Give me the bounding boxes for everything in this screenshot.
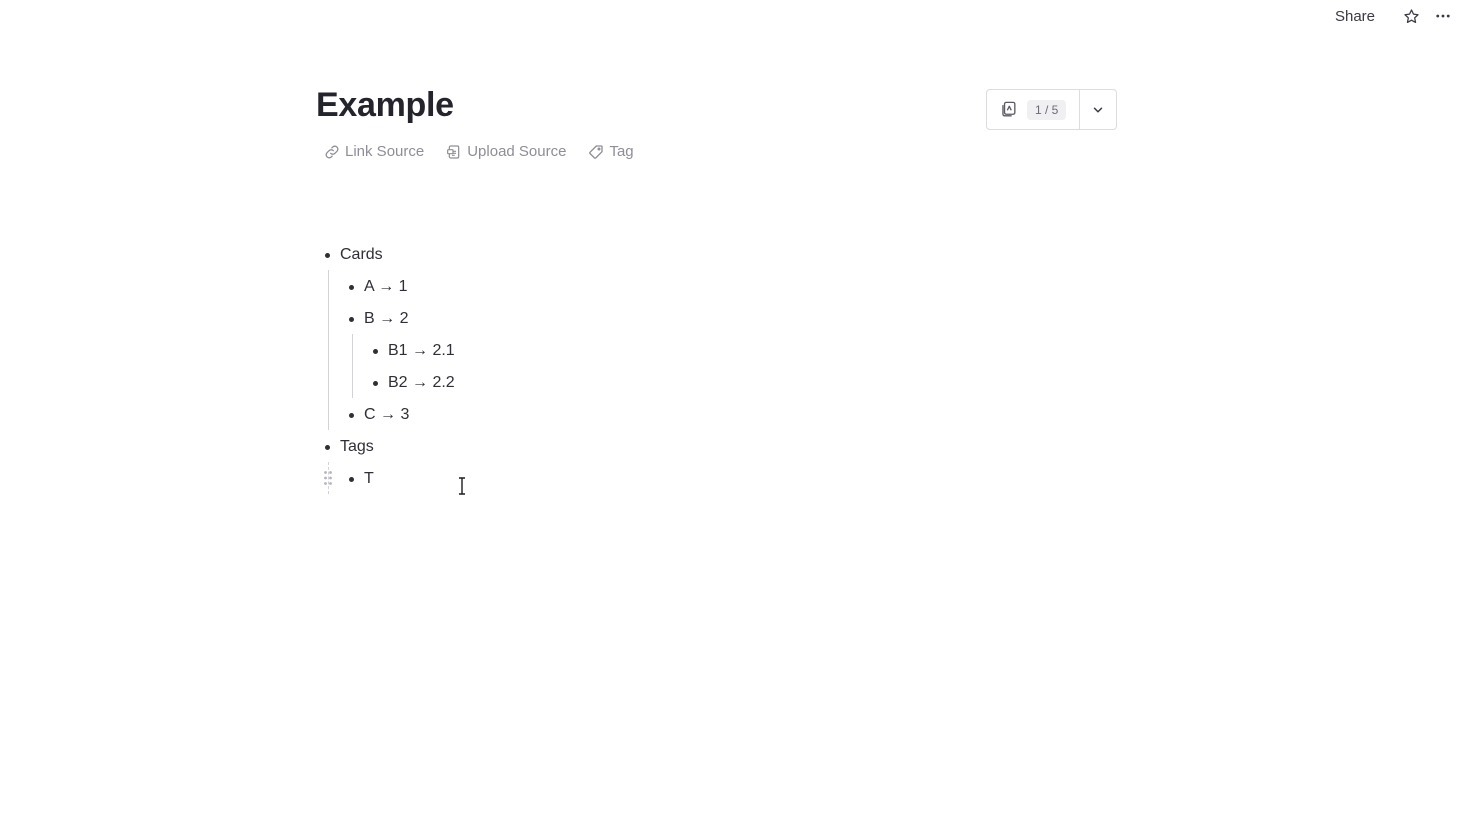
list-item-text[interactable]: B1 → 2.1 [388, 342, 455, 360]
chevron-down-icon [1093, 106, 1103, 113]
list-item[interactable]: B → 2 [349, 303, 408, 335]
tag-label: Tag [609, 143, 634, 160]
link-icon [325, 145, 339, 158]
list-item-text[interactable]: Cards [340, 246, 383, 264]
bullet [349, 316, 354, 322]
list-item[interactable]: A → 1 [349, 271, 408, 303]
list-item[interactable]: B1 → 2.1 [373, 335, 455, 367]
flashcards-dropdown-button[interactable] [1080, 90, 1116, 129]
top-bar: Share [1335, 0, 1465, 32]
link-source-button[interactable]: Link Source [324, 143, 424, 160]
source-actions: Link Source Upload Source Tag [324, 143, 656, 160]
bullet [325, 252, 330, 258]
upload-source-label: Upload Source [467, 143, 567, 160]
bullet [349, 284, 354, 290]
list-item[interactable]: T [349, 463, 374, 495]
bullet [373, 380, 378, 386]
more-horizontal-icon[interactable] [1429, 2, 1457, 30]
drag-handle-icon[interactable] [323, 470, 333, 491]
list-item-text[interactable]: Tags [340, 438, 374, 456]
list-item-text[interactable]: B2 → 2.2 [388, 374, 455, 392]
flashcards-button[interactable]: 1 / 5 [987, 90, 1080, 129]
list-item-text[interactable]: A → 1 [364, 278, 408, 296]
list-item[interactable]: Cards [325, 239, 383, 271]
card-counter: 1 / 5 [1027, 99, 1067, 120]
bullet [349, 412, 354, 418]
link-source-label: Link Source [345, 143, 425, 160]
list-item-text[interactable]: C → 3 [364, 406, 409, 424]
indent-guide [352, 334, 353, 398]
bullet [349, 476, 354, 482]
page-title[interactable]: Example [316, 86, 454, 125]
list-item-text[interactable]: T [364, 470, 374, 488]
bullet [373, 348, 378, 354]
list-item[interactable]: B2 → 2.2 [373, 367, 455, 399]
cards-icon [1002, 101, 1016, 117]
bullet [325, 444, 330, 450]
list-item-text[interactable]: B → 2 [364, 310, 408, 328]
list-item[interactable]: C → 3 [349, 399, 409, 431]
list-item[interactable]: Tags [325, 431, 374, 463]
flashcards-widget: 1 / 5 [986, 89, 1117, 130]
star-icon[interactable] [1397, 2, 1425, 30]
indent-guide [328, 270, 329, 430]
upload-source-button[interactable]: Upload Source [446, 143, 566, 160]
share-button[interactable]: Share [1335, 8, 1375, 25]
upload-file-icon [447, 144, 460, 159]
tag-icon [589, 144, 604, 159]
tag-button[interactable]: Tag [588, 143, 634, 160]
text-cursor-icon [457, 477, 467, 500]
